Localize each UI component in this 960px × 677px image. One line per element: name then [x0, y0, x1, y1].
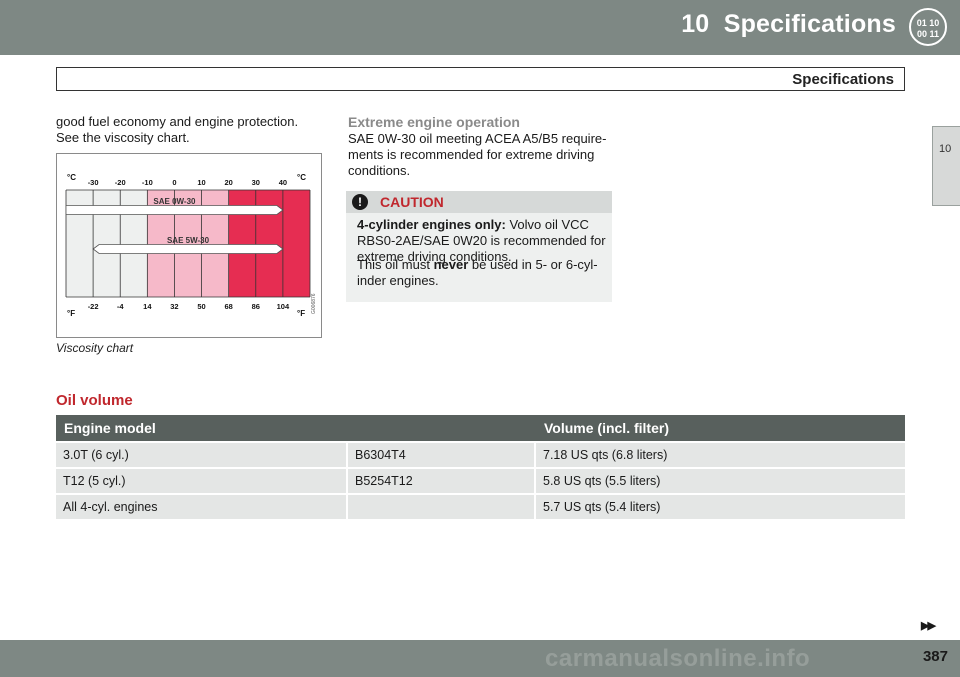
footer-bar	[0, 640, 960, 677]
chapter-side-tab[interactable]: 10	[932, 126, 960, 206]
fahrenheit-unit-left: °F	[67, 309, 75, 318]
volume-cell: 5.7 US qts (5.4 liters)	[536, 495, 905, 519]
table-row: T12 (5 cyl.) B5254T12 5.8 US qts (5.5 li…	[56, 469, 905, 493]
caution-bold-lead: 4-cylinder engines only:	[357, 217, 506, 232]
chapter-header-bar: 10 Specifications 01 10 00 11	[0, 0, 960, 55]
badge-bottom-text: 00 11	[916, 29, 940, 39]
celsius-tick-label: 0	[172, 178, 176, 187]
fahrenheit-tick-label: 86	[252, 302, 260, 311]
chapter-name: Specifications	[723, 10, 896, 38]
extreme-line-3: conditions.	[348, 163, 411, 178]
fahrenheit-tick-label: 104	[277, 302, 290, 311]
caution-p2-pre: This oil must	[357, 257, 434, 272]
fahrenheit-tick-label: 50	[197, 302, 205, 311]
intro-line-2: See the viscosity chart.	[56, 130, 190, 145]
celsius-tick-label: -20	[115, 178, 126, 187]
celsius-unit-right: °C	[297, 173, 306, 182]
fahrenheit-tick-label: 14	[143, 302, 152, 311]
engine-code-cell	[348, 495, 536, 519]
table-row: All 4-cyl. engines 5.7 US qts (5.4 liter…	[56, 495, 905, 519]
engine-code-cell: B5254T12	[348, 469, 536, 493]
watermark: carmanualsonline.info	[545, 645, 811, 672]
viscosity-chart: -30 -20 -10 0 10 20 30 40 -22 -4 14 32 50 68 86 104 °C °C…	[65, 173, 317, 318]
viscosity-chart-frame: -30 -20 -10 0 10 20 30 40 -22 -4 14 32 50 68 86 104 °C °C…	[56, 153, 322, 338]
celsius-tick-label: 20	[224, 178, 232, 187]
volume-cell: 5.8 US qts (5.5 liters)	[536, 469, 905, 493]
caution-p2-bold: never	[433, 257, 469, 272]
engine-model-cell: All 4-cyl. engines	[56, 495, 348, 519]
engine-model-cell: T12 (5 cyl.)	[56, 469, 348, 493]
chart-caption: Viscosity chart	[56, 341, 134, 355]
engine-model-cell: 3.0T (6 cyl.)	[56, 443, 348, 467]
caution-line-1-rest: Volvo oil VCC	[505, 217, 589, 232]
celsius-tick-label: -30	[88, 178, 99, 187]
chapter-badge-icon: 01 10 00 11	[909, 8, 947, 46]
celsius-tick-label: -10	[142, 178, 153, 187]
celsius-tick-label: 10	[197, 178, 205, 187]
oil-volume-heading: Oil volume	[56, 392, 133, 409]
intro-text: good fuel economy and engine protection.…	[56, 114, 324, 146]
figure-code: G006876	[311, 293, 317, 314]
caution-p2-post: be used in 5- or 6-cyl-	[468, 257, 598, 272]
intro-line-1: good fuel economy and engine protection.	[56, 114, 299, 129]
fahrenheit-tick-label: -4	[117, 302, 124, 311]
caution-header: ! CAUTION	[346, 191, 612, 213]
badge-top-text: 01 10	[916, 18, 940, 28]
engine-code-cell: B6304T4	[348, 443, 536, 467]
section-subtitle-box: Specifications	[56, 67, 905, 91]
caution-box: ! CAUTION 4-cylinder engines only: Volvo…	[346, 191, 612, 302]
celsius-tick-label: 40	[279, 178, 287, 187]
viscosity-range-arrow	[92, 244, 284, 254]
caution-title: CAUTION	[380, 194, 444, 210]
section-subtitle: Specifications	[792, 71, 894, 88]
viscosity-range-arrow	[65, 205, 284, 215]
fahrenheit-tick-label: 32	[170, 302, 178, 311]
engine-model-header: Engine model	[56, 415, 536, 441]
viscosity-series-label: SAE 5W-30	[167, 236, 210, 245]
extreme-line-2: ments is recommended for extreme driving	[348, 147, 595, 162]
caution-p2-line-2: inder engines.	[357, 273, 439, 288]
caution-line-2: RBS0-2AE/SAE 0W20 is recommended for	[357, 233, 606, 248]
oil-volume-table: Engine model Volume (incl. filter) 3.0T …	[56, 413, 905, 521]
side-tab-label: 10	[939, 143, 952, 155]
chapter-number: 10	[681, 10, 710, 38]
table-row: 3.0T (6 cyl.) B6304T4 7.18 US qts (6.8 l…	[56, 443, 905, 467]
volume-header: Volume (incl. filter)	[536, 415, 905, 441]
celsius-unit-left: °C	[67, 173, 76, 182]
extreme-line-1: SAE 0W-30 oil meeting ACEA A5/B5 require…	[348, 131, 607, 146]
fahrenheit-unit-right: °F	[297, 309, 305, 318]
viscosity-series-label: SAE 0W-30	[153, 197, 196, 206]
warning-icon: !	[352, 194, 368, 210]
extreme-heading: Extreme engine operation	[348, 114, 520, 130]
fahrenheit-tick-label: 68	[224, 302, 232, 311]
fahrenheit-tick-label: -22	[88, 302, 99, 311]
volume-cell: 7.18 US qts (6.8 liters)	[536, 443, 905, 467]
extreme-text: SAE 0W-30 oil meeting ACEA A5/B5 require…	[348, 131, 610, 179]
table-header-row: Engine model Volume (incl. filter)	[56, 415, 905, 441]
chapter-title: 10 Specifications	[681, 10, 896, 39]
next-page-arrow-icon[interactable]: ▶▶	[921, 619, 936, 632]
page-number: 387	[922, 648, 948, 665]
celsius-tick-label: 30	[252, 178, 260, 187]
caution-paragraph-2: This oil must never be used in 5- or 6-c…	[357, 257, 607, 289]
